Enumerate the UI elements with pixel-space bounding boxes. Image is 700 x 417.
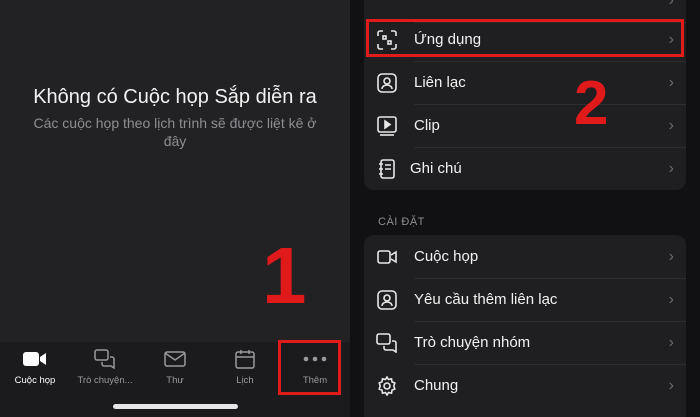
menu-item-label: Liên lạc [414,74,466,91]
settings-group: Cuộc họp › Yêu cầu thêm liên lạc › Trò c… [364,235,686,417]
tab-label: Thư [166,375,184,386]
chevron-right-icon: › [668,377,674,394]
chat-bubbles-icon [94,348,116,370]
tab-meetings[interactable]: Cuộc họp [0,342,70,398]
chevron-right-icon: › [668,248,674,265]
annotation-step-2: 2 [574,69,609,138]
video-camera-icon [376,246,398,268]
mail-icon [164,348,186,370]
empty-state-title: Không có Cuộc họp Sắp diễn ra [33,86,317,108]
menu-item-label: Chung [414,377,459,394]
highlight-more-tab [278,340,341,395]
menu-item-label: Ghi chú [410,160,462,177]
menu-item-clip[interactable]: Clip › [364,104,686,147]
notes-icon [376,158,398,180]
gear-icon [376,375,398,397]
tab-chat[interactable]: Trò chuyện... [70,342,140,398]
settings-section-header: CÀI ĐẶT [378,216,425,228]
video-camera-icon [23,348,47,370]
settings-item-meetings[interactable]: Cuộc họp › [364,235,686,278]
highlight-apps-row [366,19,684,57]
menu-item-label: Trò chuyện nhóm [414,334,531,351]
settings-item-group-chat[interactable]: Trò chuyện nhóm › [364,321,686,364]
chevron-right-icon: › [668,291,674,308]
tab-calendar[interactable]: Lịch [210,342,280,398]
annotation-step-1: 1 [262,231,307,320]
chevron-right-icon: › [668,160,674,177]
calendar-icon [235,348,255,370]
empty-state-subtitle: Các cuộc họp theo lịch trình sẽ được liệ… [33,115,317,149]
chevron-right-icon: › [668,334,674,351]
chevron-right-icon: › [668,117,674,134]
tab-label: Lịch [236,375,254,386]
home-indicator [113,404,238,409]
meetings-screen: Không có Cuộc họp Sắp diễn ra Các cuộc h… [0,0,350,417]
menu-item-label: Clip [414,117,440,134]
menu-item-label: Cuộc họp [414,248,479,265]
contacts-icon [376,72,398,94]
tab-label: Trò chuyện... [77,375,133,386]
menu-item-notes[interactable]: Ghi chú › [364,147,686,190]
chat-bubbles-icon [376,332,398,354]
contact-request-icon [376,289,398,311]
menu-item-contacts[interactable]: Liên lạc › [364,61,686,104]
tab-mail[interactable]: Thư [140,342,210,398]
more-menu-screen: › Ứng dụng › Liên lạc › Clip › Ghi chú ›… [350,0,700,417]
tab-label: Cuộc họp [14,375,56,386]
clip-icon [376,115,398,137]
settings-item-contact-requests[interactable]: Yêu cầu thêm liên lạc › [364,278,686,321]
menu-item-label: Yêu cầu thêm liên lạc [414,291,558,308]
settings-item-general[interactable]: Chung › [364,364,686,407]
chevron-right-icon: › [668,74,674,91]
